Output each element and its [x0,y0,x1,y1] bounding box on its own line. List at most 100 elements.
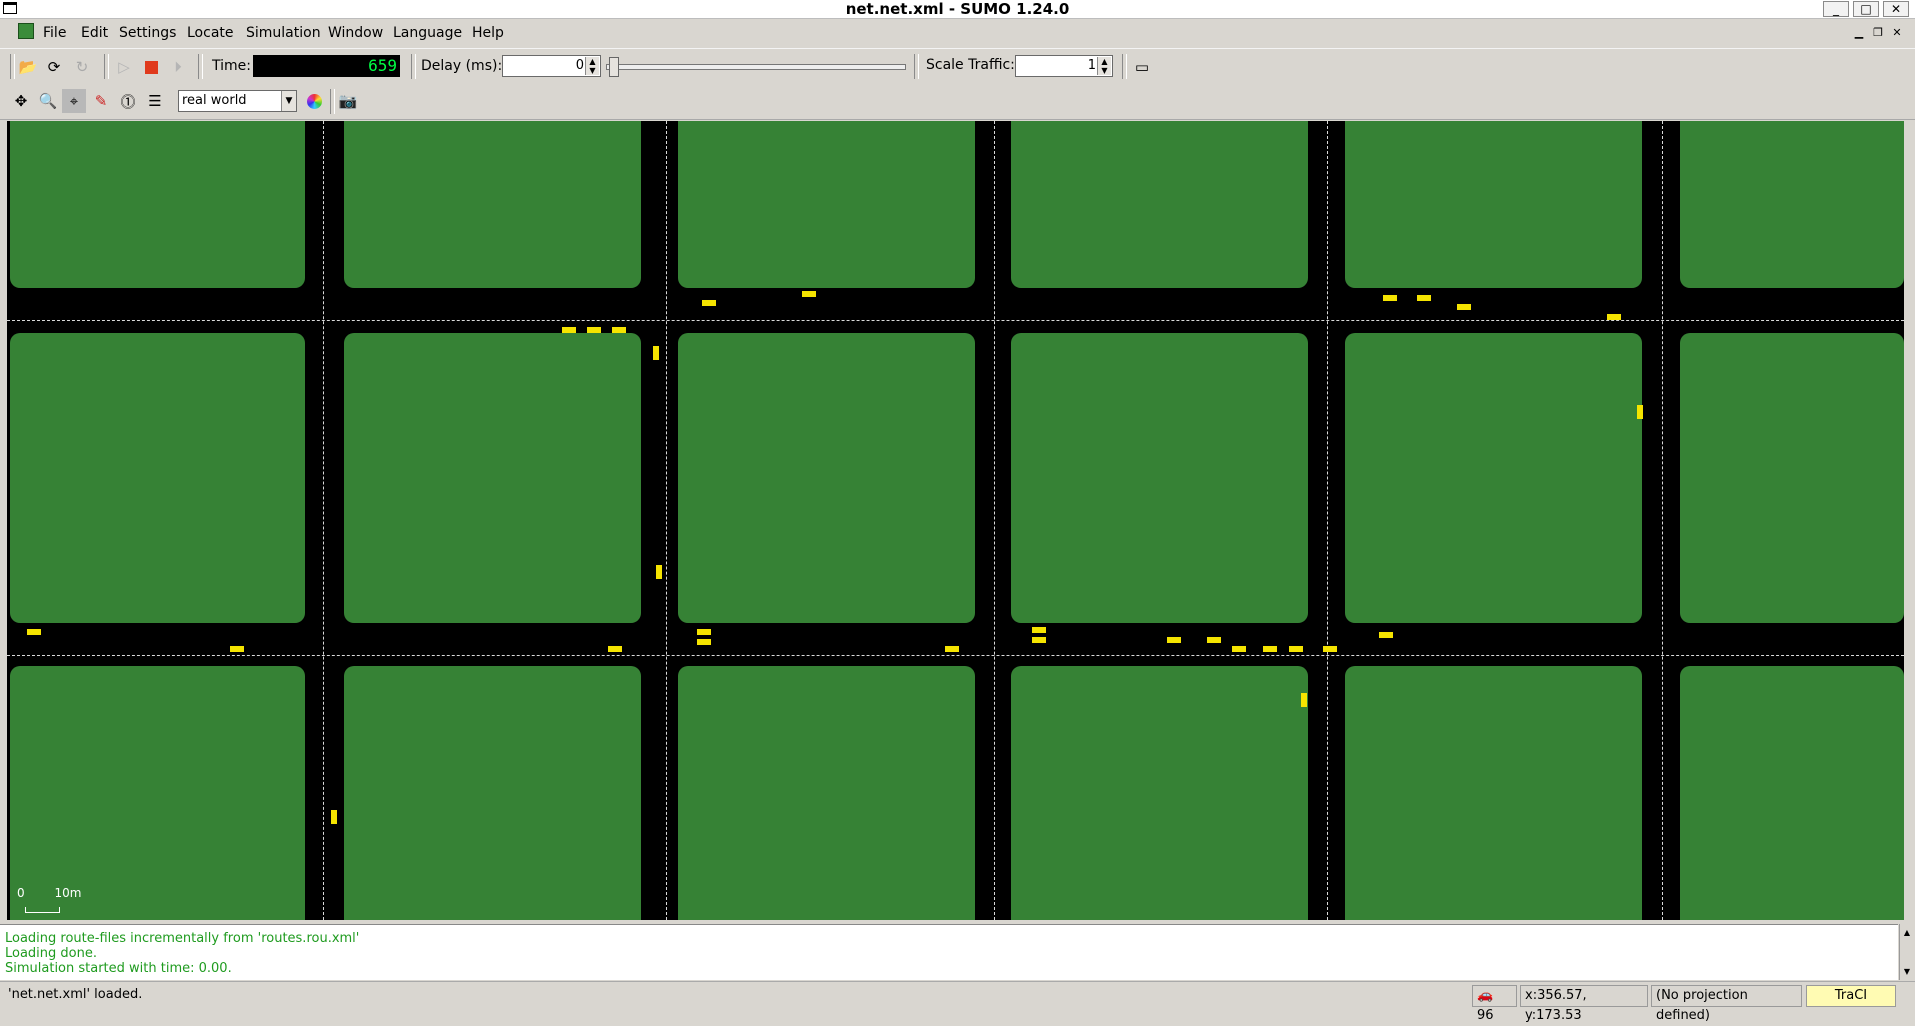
vehicle[interactable] [653,346,659,360]
scroll-down-icon[interactable]: ▼ [1900,967,1914,976]
camera-icon[interactable]: 📷 [336,89,360,113]
message-line: Simulation started with time: 0.00. [5,961,232,976]
close-button[interactable]: ✕ [1883,1,1909,17]
lane-marking [994,121,995,920]
stop-icon[interactable] [139,55,163,79]
vehicle[interactable] [697,639,711,645]
simulation-view[interactable]: 0 10m [7,121,1904,920]
delay-label: Delay (ms): [421,58,503,74]
toolbar-grip[interactable] [198,54,203,79]
reload-icon[interactable]: ⟳ [42,55,66,79]
recenter-icon[interactable]: ✥ [9,89,33,113]
lane-marking [7,655,1904,656]
vehicle[interactable] [27,629,41,635]
locate-icon[interactable]: ⌖ [62,89,86,113]
vehicle[interactable] [1032,637,1046,643]
menu-help[interactable]: Help [472,25,504,41]
time-label: Time: [212,58,251,74]
delay-slider-handle[interactable] [609,57,619,77]
grass-block [1011,333,1308,623]
vehicle[interactable] [1637,405,1643,419]
toolbar-grip[interactable] [411,54,416,79]
menu-language[interactable]: Language [393,25,462,41]
spinner-arrows-icon[interactable]: ▲ ▼ [1097,57,1111,75]
vehicle[interactable] [331,810,337,824]
menu-window[interactable]: Window [328,25,383,41]
vehicle[interactable] [656,565,662,579]
step-icon[interactable]: ⏵ [166,55,190,79]
lane-marking [323,121,324,920]
delay-slider[interactable] [606,57,906,77]
scroll-up-icon[interactable]: ▲ [1900,928,1914,937]
vehicle[interactable] [562,327,576,333]
mdi-restore-button[interactable]: ❐ [1869,26,1887,40]
vehicle[interactable] [1301,693,1307,707]
reload-disabled-icon[interactable]: ↻ [70,55,94,79]
grass-block [344,333,641,623]
grass-block [1345,121,1642,288]
scale-traffic-spinner[interactable]: 1 ▲ ▼ [1015,55,1113,77]
view-toolbar: ✥ 🔍 ⌖ ✎ ⓵ ☰ real world ▼ 📷 [0,85,1915,120]
maximize-button[interactable]: □ [1853,1,1879,17]
toolbar-grip[interactable] [330,89,335,114]
window-titlebar: net.net.xml - SUMO 1.24.0 _ □ ✕ [0,0,1915,19]
grass-block [1011,666,1308,920]
vehicle[interactable] [1032,627,1046,633]
mdi-minimize-button[interactable]: ▁ [1850,26,1868,40]
menu-file[interactable]: File [43,25,66,41]
color-scheme-select[interactable]: real world ▼ [178,90,297,112]
vehicle[interactable] [945,646,959,652]
vehicle[interactable] [1457,304,1471,310]
vehicle[interactable] [1167,637,1181,643]
vehicle[interactable] [1607,314,1621,320]
vehicle[interactable] [230,646,244,652]
vehicle[interactable] [1263,646,1277,652]
vehicle[interactable] [608,646,622,652]
vehicle[interactable] [1207,637,1221,643]
open-icon[interactable]: 📂 [16,55,40,79]
toolbar-grip[interactable] [10,54,15,79]
new-view-icon[interactable]: ▭ [1130,55,1154,79]
vehicle[interactable] [1379,632,1393,638]
vehicle[interactable] [612,327,626,333]
menu-locate[interactable]: Locate [187,25,234,41]
mdi-close-button[interactable]: ✕ [1888,26,1906,40]
chevron-down-icon[interactable]: ▼ [281,91,296,111]
spinner-arrows-icon[interactable]: ▲ ▼ [585,57,599,75]
app-icon[interactable] [18,23,34,39]
toolbar-grip[interactable] [1122,54,1127,79]
run-icon[interactable]: ▷ [112,55,136,79]
traci-button[interactable]: TraCI [1806,985,1896,1007]
grass-block [10,333,305,623]
vehicle[interactable] [802,291,816,297]
vehicle[interactable] [702,300,716,306]
vehicle[interactable] [1383,295,1397,301]
lane-marking [1327,121,1328,920]
message-window[interactable]: Loading route-files incrementally from '… [0,924,1898,980]
vehicle[interactable] [697,629,711,635]
grass-block [1011,121,1308,288]
menu-icon[interactable]: ☰ [143,89,167,113]
minimize-button[interactable]: _ [1823,1,1849,17]
menu-simulation[interactable]: Simulation [246,25,321,41]
vehicle[interactable] [1289,646,1303,652]
editor-icon[interactable]: ✎ [89,89,113,113]
scale-zero: 0 [17,886,25,900]
vehicle[interactable] [587,327,601,333]
vehicle[interactable] [1417,295,1431,301]
vehicle[interactable] [1323,646,1337,652]
edit-breakpoints-icon[interactable]: ⓵ [116,89,140,113]
grass-block [678,121,975,288]
delay-spinner[interactable]: 0 ▲ ▼ [502,55,601,77]
zoom-icon[interactable]: 🔍 [36,89,60,113]
color-scheme-value: real world [182,93,247,108]
menu-edit[interactable]: Edit [81,25,108,41]
menu-settings[interactable]: Settings [119,25,176,41]
color-wheel-icon[interactable] [302,89,326,113]
vehicle[interactable] [1232,646,1246,652]
message-scrollbar[interactable]: ▲ ▼ [1899,924,1914,980]
toolbar-grip[interactable] [104,54,109,79]
window-title: net.net.xml - SUMO 1.24.0 [845,0,1070,18]
toolbar-grip[interactable] [914,54,919,79]
grass-block [344,121,641,288]
